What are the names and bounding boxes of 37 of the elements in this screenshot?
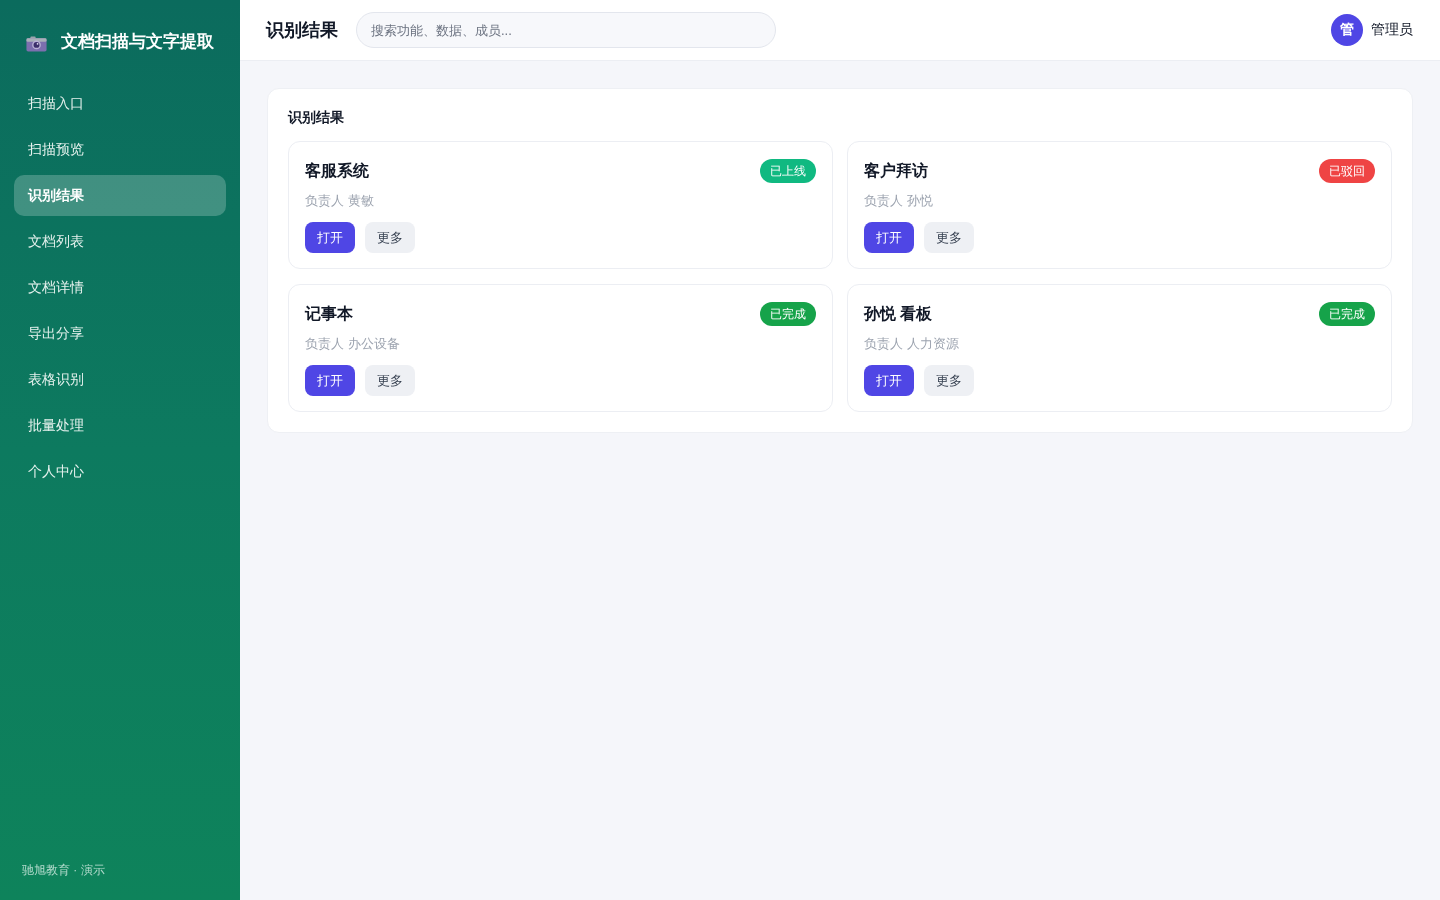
card-title: 记事本 xyxy=(305,303,353,324)
open-button[interactable]: 打开 xyxy=(305,365,355,396)
app-title: 文档扫描与文字提取 xyxy=(61,30,214,53)
user-name: 管理员 xyxy=(1371,21,1413,39)
open-button[interactable]: 打开 xyxy=(864,365,914,396)
sidebar-item[interactable]: 扫描入口 xyxy=(14,83,226,124)
owner-text: 负责人 黄敏 xyxy=(305,192,375,210)
sidebar-item[interactable]: 导出分享 xyxy=(14,313,226,354)
owner-text: 负责人 人力资源 xyxy=(864,335,960,353)
open-button[interactable]: 打开 xyxy=(864,222,914,253)
sidebar-item[interactable]: 扫描预览 xyxy=(14,129,226,170)
sidebar-item[interactable]: 文档列表 xyxy=(14,221,226,262)
page-title: 识别结果 xyxy=(266,19,338,42)
sidebar-item[interactable]: 文档详情 xyxy=(14,267,226,308)
more-button[interactable]: 更多 xyxy=(365,365,415,396)
sidebar-footer-text: 驰旭教育 · 演示 xyxy=(21,862,106,879)
more-button[interactable]: 更多 xyxy=(924,365,974,396)
camera-icon xyxy=(26,36,47,52)
more-button[interactable]: 更多 xyxy=(365,222,415,253)
card-title: 客户拜访 xyxy=(864,160,928,181)
sidebar-item[interactable]: 识别结果 xyxy=(14,175,226,216)
owner-text: 负责人 孙悦 xyxy=(864,192,934,210)
status-badge: 已完成 xyxy=(760,302,816,326)
status-badge: 已完成 xyxy=(1319,302,1375,326)
user-avatar[interactable]: 管 xyxy=(1331,14,1363,46)
sidebar-item[interactable]: 批量处理 xyxy=(14,405,226,446)
card-title: 客服系统 xyxy=(305,160,369,181)
panel-title: 识别结果 xyxy=(288,109,345,127)
status-badge: 已驳回 xyxy=(1319,159,1375,183)
card-title: 孙悦 看板 xyxy=(864,303,933,324)
status-badge: 已上线 xyxy=(760,159,816,183)
sidebar-item[interactable]: 表格识别 xyxy=(14,359,226,400)
open-button[interactable]: 打开 xyxy=(305,222,355,253)
search-field[interactable]: 搜索功能、数据、成员... xyxy=(356,12,776,48)
more-button[interactable]: 更多 xyxy=(924,222,974,253)
owner-text: 负责人 办公设备 xyxy=(305,335,401,353)
sidebar-item[interactable]: 个人中心 xyxy=(14,451,226,492)
